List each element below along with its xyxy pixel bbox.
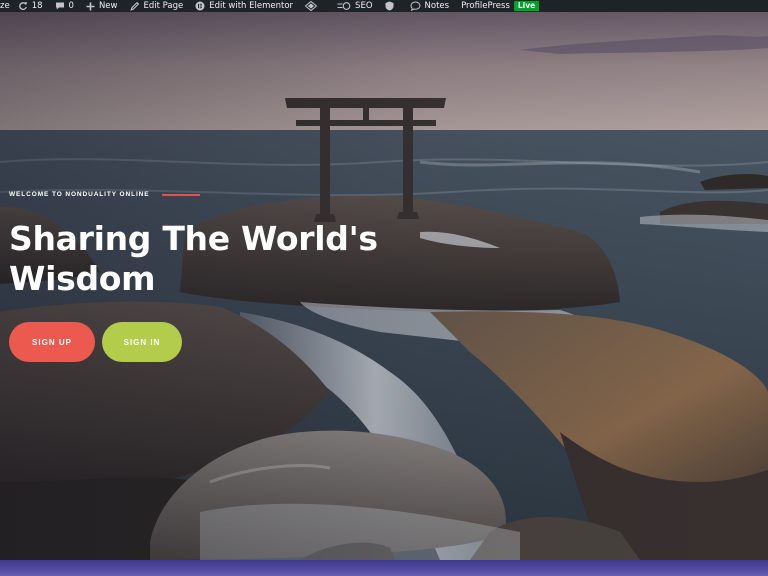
profilepress-item[interactable]: ProfilePress Live — [461, 0, 540, 12]
shield-icon — [385, 1, 394, 11]
elementor-label: Edit with Elementor — [209, 1, 294, 11]
eyebrow-accent-line — [161, 193, 200, 196]
wp-admin-bar: ze 18 0 New Edit Page Edit with Elemento… — [0, 0, 768, 12]
new-item[interactable]: New — [86, 0, 118, 12]
shield-item[interactable] — [385, 0, 398, 12]
edit-page-label: Edit Page — [143, 1, 184, 11]
refresh-icon — [18, 1, 28, 11]
seo-icon — [337, 1, 351, 11]
sign-up-button[interactable]: SIGN UP — [9, 322, 95, 362]
profilepress-label: ProfilePress — [461, 1, 510, 11]
site-name-label: ze — [0, 1, 10, 11]
elementor-icon — [195, 1, 205, 11]
notes-item[interactable]: Notes — [410, 0, 450, 12]
comments-count: 0 — [68, 1, 74, 11]
live-badge: Live — [513, 1, 540, 11]
site-name-item[interactable]: ze — [0, 0, 10, 12]
hero-headline: Sharing The World's Wisdom — [9, 219, 378, 298]
eyebrow-text: WELCOME TO NONDUALITY ONLINE — [9, 191, 150, 198]
hero-section: WELCOME TO NONDUALITY ONLINE Sharing The… — [0, 12, 768, 560]
diamond-icon — [305, 1, 318, 11]
sign-in-button[interactable]: SIGN IN — [102, 322, 182, 362]
plus-icon — [86, 2, 95, 11]
new-label: New — [98, 1, 118, 11]
comments-item[interactable]: 0 — [55, 0, 74, 12]
comment-icon — [55, 1, 65, 11]
notes-icon — [410, 1, 421, 11]
updates-count: 18 — [31, 1, 43, 11]
diamond-item[interactable] — [305, 0, 321, 12]
bottom-section-edge — [0, 560, 768, 576]
elementor-item[interactable]: Edit with Elementor — [195, 0, 293, 12]
pencil-icon — [129, 1, 140, 11]
notes-label: Notes — [424, 1, 450, 11]
edit-page-item[interactable]: Edit Page — [129, 0, 184, 12]
eyebrow-row: WELCOME TO NONDUALITY ONLINE — [9, 191, 200, 198]
seo-item[interactable]: SEO — [337, 0, 373, 12]
seo-label: SEO — [355, 1, 373, 11]
updates-item[interactable]: 18 — [18, 0, 43, 12]
